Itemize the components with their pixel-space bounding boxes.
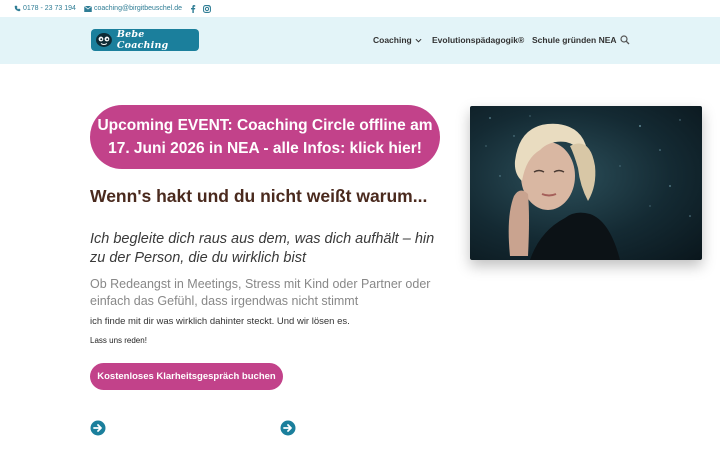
instagram-link[interactable] <box>203 4 211 13</box>
arrow-right-circle-icon[interactable] <box>280 420 296 436</box>
nav-item-label: Schule gründen NEA <box>532 35 617 45</box>
email-address: coaching@birgitbeuschel.de <box>93 5 182 12</box>
nav-item-schule-gruenden[interactable]: Schule gründen NEA <box>532 35 617 45</box>
top-bar: 0178 - 23 73 194 coaching@birgitbeuschel… <box>0 0 720 17</box>
nav-item-label: Coaching <box>373 35 412 45</box>
facebook-icon <box>191 4 196 13</box>
nav-item-coaching[interactable]: Coaching <box>373 35 422 45</box>
instagram-icon <box>203 4 211 13</box>
logo-mark-icon <box>95 33 112 47</box>
call-to-talk: Lass uns reden! <box>90 336 147 345</box>
site-header: Bebe Coaching Coaching Evolutionspädagog… <box>0 17 720 64</box>
email-link[interactable]: coaching@birgitbeuschel.de <box>83 5 182 12</box>
hero-photo-woman <box>470 106 702 260</box>
book-consultation-button[interactable]: Kostenloses Klarheitsgespräch buchen <box>90 363 283 390</box>
main-headline: Wenn's hakt und du nicht weißt warum... <box>90 186 428 206</box>
support-paragraph: ich finde mit dir was wirklich dahinter … <box>90 316 350 327</box>
site-logo[interactable]: Bebe Coaching <box>91 29 199 51</box>
facebook-link[interactable] <box>190 4 196 13</box>
event-banner-button[interactable]: Upcoming EVENT: Coaching Circle offline … <box>90 105 440 169</box>
sub-headline: Ich begleite dich raus aus dem, was dich… <box>90 231 435 266</box>
phone-icon <box>14 5 21 12</box>
nav-item-label: Evolutionspädagogik® <box>432 35 525 45</box>
phone-number: 0178 - 23 73 194 <box>23 5 76 12</box>
nav-item-evolutionspaedagogik[interactable]: Evolutionspädagogik® <box>432 35 524 45</box>
mail-icon <box>83 5 92 12</box>
chevron-down-icon <box>415 38 422 43</box>
arrow-right-circle-icon[interactable] <box>90 420 106 436</box>
intro-paragraph: Ob Redeangst in Meetings, Stress mit Kin… <box>90 277 431 308</box>
phone-link[interactable]: 0178 - 23 73 194 <box>14 5 76 12</box>
search-icon[interactable] <box>620 35 630 45</box>
logo-text: Bebe Coaching <box>116 29 169 51</box>
